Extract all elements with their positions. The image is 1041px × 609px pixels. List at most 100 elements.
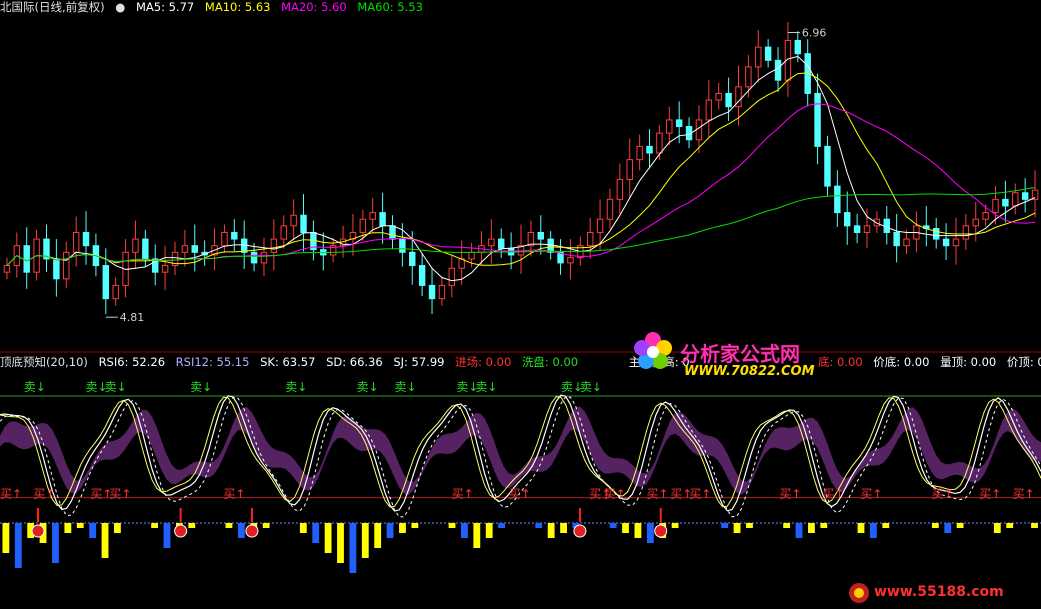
candle-body	[814, 92, 821, 147]
candle-body	[53, 258, 60, 280]
histogram-bar	[1031, 523, 1038, 528]
histogram-bar	[76, 523, 84, 528]
candle-body	[409, 251, 416, 267]
bottom-signal-icon	[174, 524, 188, 538]
candle-body	[63, 251, 70, 280]
rsi6-readout: RSI6: 52.26	[98, 355, 166, 369]
histogram-bar	[783, 523, 791, 528]
histogram-bar	[1006, 523, 1014, 528]
candle-body	[102, 265, 110, 300]
candle-body	[142, 238, 149, 260]
candle-body	[280, 225, 287, 240]
histogram-bar	[386, 523, 394, 538]
candle-body	[666, 119, 673, 134]
bottom-signal-icon	[654, 524, 668, 538]
histogram-bar	[14, 523, 22, 568]
histogram-bar	[671, 523, 679, 528]
watermark-site-url: WWW.70822.COM	[684, 364, 815, 379]
histogram-bar	[622, 523, 629, 533]
buy-marker: 买↑	[932, 487, 954, 501]
price-top-readout: 价顶: 0.00	[1006, 355, 1041, 369]
buy-marker: 买↑	[780, 487, 802, 501]
candle-body	[379, 212, 386, 227]
candle-body	[399, 238, 406, 253]
bottom-signal-icon	[573, 524, 587, 538]
candle-body	[567, 257, 574, 264]
candle-body	[488, 238, 495, 247]
histogram-bar	[64, 523, 72, 533]
settings-icon[interactable]: ●	[115, 0, 125, 14]
histogram-bar	[808, 523, 815, 533]
buy-marker: 买↑	[509, 487, 531, 501]
price-bottom-readout: 价底: 0.00	[873, 355, 930, 369]
histogram-bar	[2, 523, 10, 553]
histogram-bar	[609, 523, 617, 528]
histogram-bar	[956, 523, 964, 528]
candle-body	[428, 284, 436, 300]
candle-body	[982, 212, 989, 220]
moving-average-lines	[6, 55, 1036, 282]
chart-title: 北国际(日线,前复权)	[0, 0, 105, 14]
bottom-signal-icon	[245, 524, 259, 538]
buy-marker: 买↑	[33, 487, 55, 501]
candle-body	[636, 145, 643, 161]
buy-marker: 买↑	[223, 487, 245, 501]
candle-body	[992, 198, 999, 214]
candle-body	[191, 245, 198, 253]
ma10-readout: MA10: 5.63	[204, 0, 271, 14]
candle-body	[112, 284, 119, 300]
histogram-bar	[299, 523, 307, 533]
price-annotations: 6.96 4.81	[105, 27, 826, 324]
histogram-bar	[225, 523, 233, 528]
histogram-bar	[547, 523, 555, 538]
ma20-readout: MA20: 5.60	[281, 0, 347, 14]
histogram-bar	[151, 523, 159, 528]
entry-readout: 进场: 0.00	[455, 355, 512, 369]
histogram-bar	[820, 523, 828, 528]
chart-canvas[interactable]: 6.964.81 卖↓ 卖↓卖↓ 卖↓ 卖↓ 卖↓ 卖↓ 卖↓卖↓ 卖↓卖↓买↑ 买↑ 买↑买↑ 买…	[0, 0, 1041, 609]
low-price-label: 4.81	[120, 311, 145, 324]
sell-marker: 卖↓	[24, 380, 46, 394]
histogram-bar	[89, 523, 97, 538]
candle-body	[794, 39, 802, 55]
histogram-bar	[337, 523, 344, 563]
histogram-bar	[473, 523, 481, 548]
top-header: 北国际(日线,前复权) ● MA5: 5.77 MA10: 5.63 MA20:…	[0, 0, 430, 14]
candle-body	[656, 132, 663, 154]
histogram-bar	[944, 523, 952, 533]
rsi12-readout: RSI12: 55.15	[175, 355, 250, 369]
buy-marker: 买↑	[689, 487, 711, 501]
candle-body	[270, 238, 278, 253]
histogram-bar	[746, 523, 753, 528]
histogram-bar	[312, 523, 320, 543]
candle-body	[260, 251, 268, 264]
candle-body	[745, 66, 752, 88]
histogram-bar	[993, 523, 1001, 533]
bottom-header-right: 底: 0.00 价底: 0.00 量顶: 0.00 价顶: 0.00	[818, 355, 1041, 369]
histogram-bar	[374, 523, 382, 548]
candle-body	[764, 46, 772, 61]
candle-body	[181, 245, 189, 253]
candle-body	[774, 59, 782, 81]
ma60-readout: MA60: 5.53	[357, 0, 423, 14]
sell-marker: 卖↓	[580, 380, 602, 394]
oscillator-panel	[0, 394, 1041, 524]
histogram-bar	[646, 523, 654, 543]
candle-body	[448, 267, 456, 286]
candle-body	[438, 284, 446, 300]
candle-body	[1012, 192, 1019, 207]
candle-body	[853, 225, 861, 233]
candle-body	[300, 214, 307, 233]
histogram-bar	[324, 523, 332, 553]
histogram-bar	[448, 523, 456, 528]
candle-body	[290, 214, 297, 227]
histogram-bars	[2, 523, 1038, 573]
histogram-bar	[795, 523, 803, 538]
candle-body	[715, 92, 722, 101]
candle-body	[468, 251, 475, 260]
sell-marker: 卖↓	[105, 380, 127, 394]
histogram-bar	[101, 523, 109, 558]
sell-marker: 卖↓	[475, 380, 497, 394]
candlestick-series	[3, 21, 1039, 315]
watermark-site-name: 分析家公式网	[680, 342, 800, 366]
